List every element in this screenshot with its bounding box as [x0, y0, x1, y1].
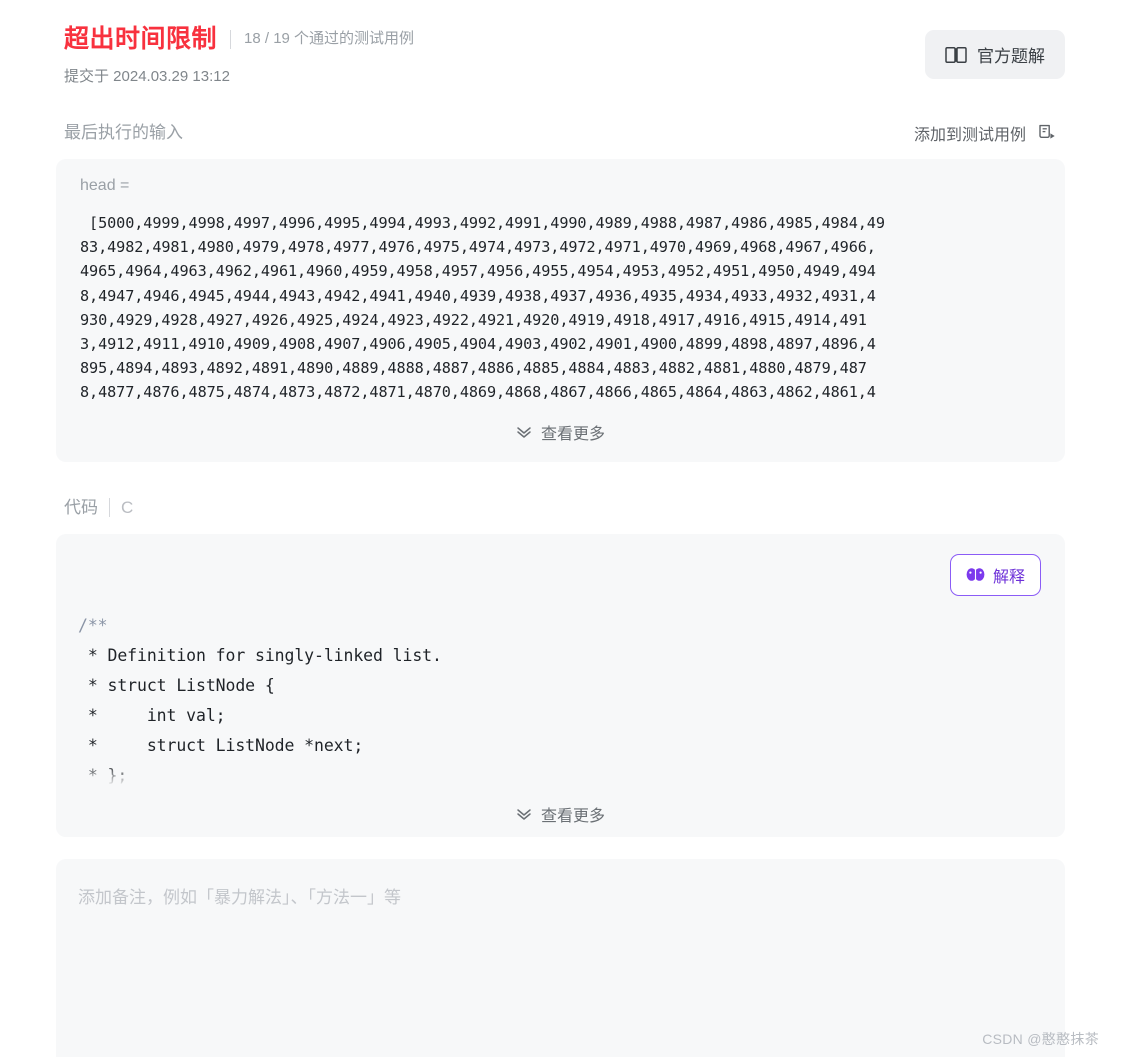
input-data-text: [5000,4999,4998,4997,4996,4995,4994,4993… [80, 214, 885, 402]
last-input-panel: head = [5000,4999,4998,4997,4996,4995,49… [56, 159, 1065, 462]
title-divider [230, 29, 232, 49]
explain-wrap: 解释 [949, 553, 1041, 596]
code-panel: 解释 /** * Definition for singly-linked li… [56, 533, 1065, 837]
chevron-double-down-icon [516, 808, 532, 820]
brain-icon [966, 566, 985, 583]
official-solution-label: 官方题解 [977, 47, 1045, 66]
input-show-more-button[interactable]: 查看更多 [510, 418, 611, 446]
official-solution-button[interactable]: 官方题解 [925, 30, 1065, 79]
add-to-testcase-button[interactable]: 添加到测试用例 [914, 121, 1057, 145]
notes-input[interactable] [78, 884, 1043, 1043]
code-show-more-row: 查看更多 [56, 790, 1065, 837]
code-label: 代码 [64, 497, 98, 517]
input-section-header: 最后执行的输入 添加到测试用例 [56, 121, 1065, 145]
input-show-more-row: 查看更多 [76, 405, 1045, 462]
code-divider [109, 498, 110, 518]
chevron-double-down-icon [516, 426, 532, 438]
submission-result-page: 超出时间限制 18 / 19 个通过的测试用例 提交于 2024.03.29 1… [0, 0, 1121, 1057]
submit-time: 提交于 2024.03.29 13:12 [64, 68, 230, 85]
run-test-case-icon [1037, 123, 1057, 143]
passed-cases-text: 18 / 19 个通过的测试用例 [244, 30, 415, 47]
code-text: /** * Definition for singly-linked list.… [78, 615, 442, 815]
last-input-label: 最后执行的输入 [64, 123, 183, 142]
add-to-testcase-label: 添加到测试用例 [913, 127, 1026, 144]
input-variable-name: head = [80, 177, 130, 194]
code-language: C [121, 497, 134, 517]
notes-panel[interactable] [56, 858, 1065, 1057]
status-line: 超出时间限制 18 / 19 个通过的测试用例 [64, 22, 414, 56]
watermark: CSDN @憨憨抹茶 [982, 1031, 1099, 1047]
code-show-more-button[interactable]: 查看更多 [510, 800, 611, 828]
explain-label: 解释 [992, 568, 1025, 586]
code-show-more-label: 查看更多 [540, 807, 605, 825]
book-icon [945, 46, 967, 64]
code-section-header: 代码 C [56, 496, 1065, 520]
submission-status-title: 超出时间限制 [64, 25, 218, 53]
input-show-more-label: 查看更多 [540, 425, 605, 443]
status-block: 超出时间限制 18 / 19 个通过的测试用例 提交于 2024.03.29 1… [56, 22, 414, 87]
explain-button[interactable]: 解释 [949, 553, 1041, 596]
header: 超出时间限制 18 / 19 个通过的测试用例 提交于 2024.03.29 1… [56, 0, 1065, 87]
